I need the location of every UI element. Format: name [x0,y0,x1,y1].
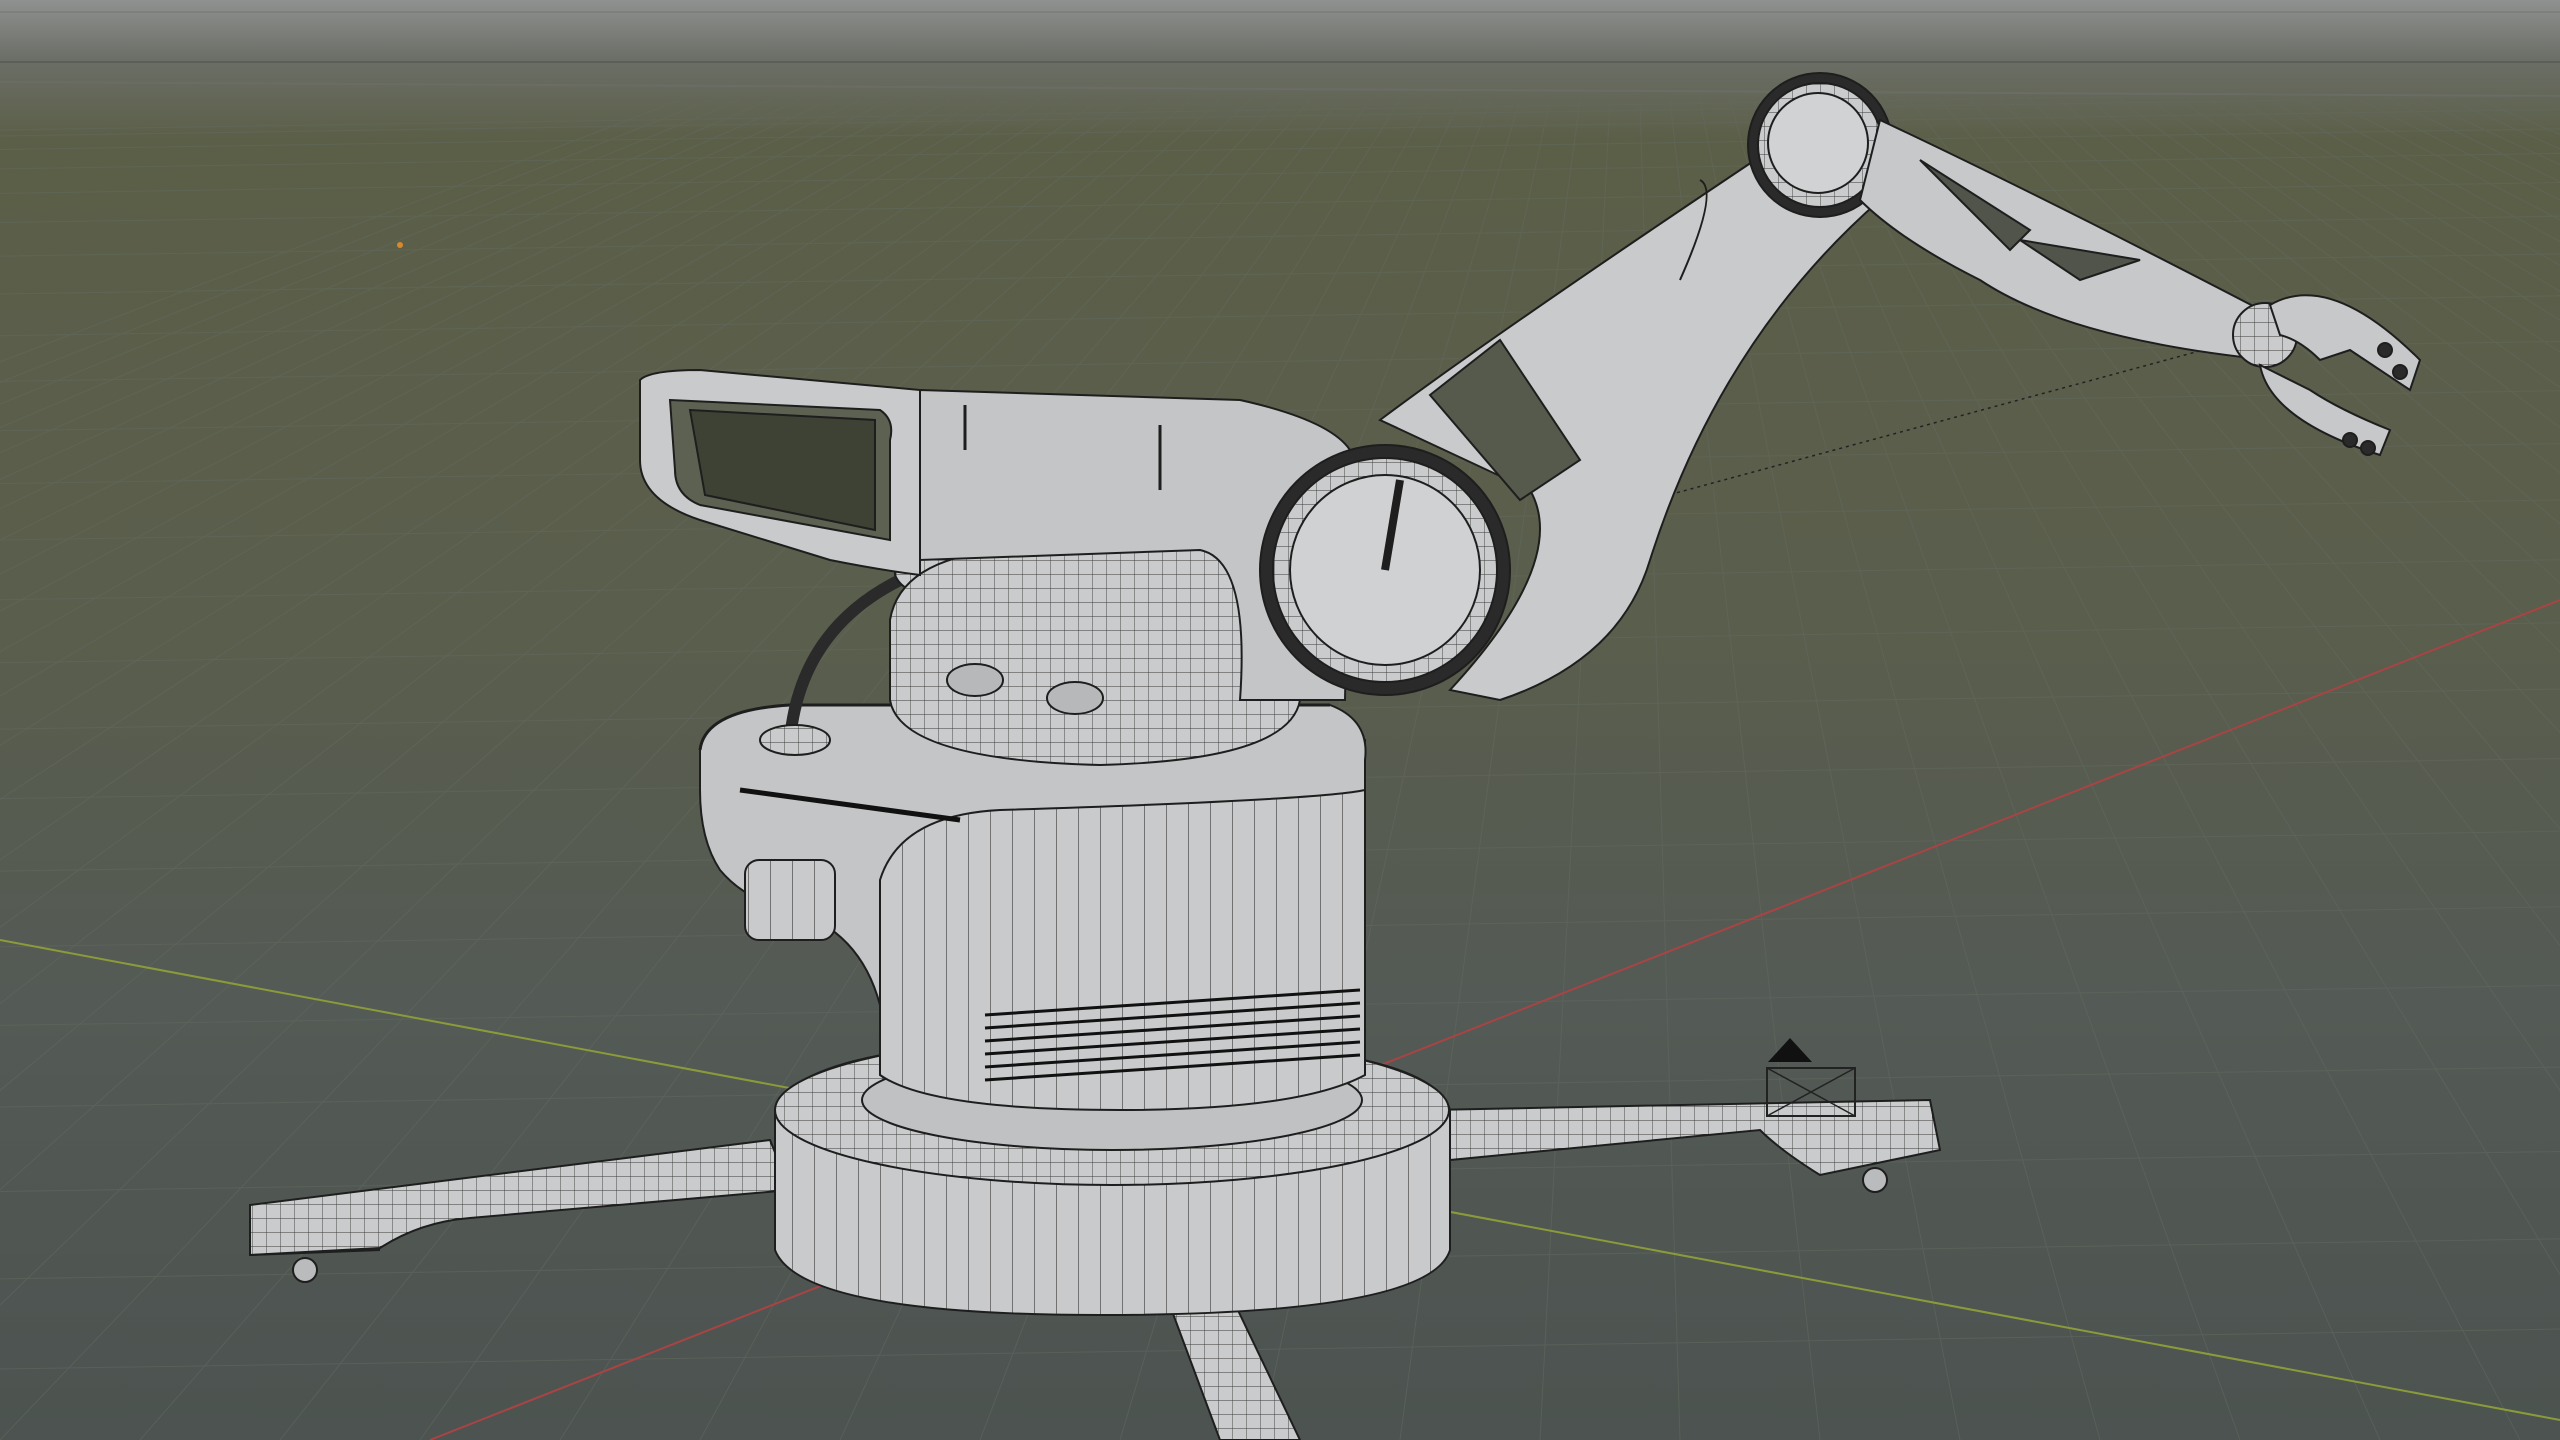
grid-line [0,215,2560,257]
grid-line [2209,99,2560,321]
handle-frame[interactable] [639,368,921,577]
gripper[interactable] [2232,294,2422,457]
origin-dot-icon [397,242,403,248]
grid-line [0,89,2560,131]
grid-line [0,1328,2560,1370]
grid-line [0,152,2560,194]
horizon-lines [0,11,2560,97]
grid-line [0,95,2560,137]
grid-line [0,182,2560,224]
side-knob[interactable] [744,859,836,941]
3d-viewport[interactable] [0,0,2560,1440]
shoulder-gear[interactable] [1259,444,1511,696]
leg-right[interactable] [1428,1098,1942,1193]
forearm[interactable] [1858,118,2282,362]
grid-line [0,108,2560,150]
grid-line [0,99,801,454]
leg-left[interactable] [249,1138,792,1283]
viewport-canvas[interactable] [0,0,2560,1440]
